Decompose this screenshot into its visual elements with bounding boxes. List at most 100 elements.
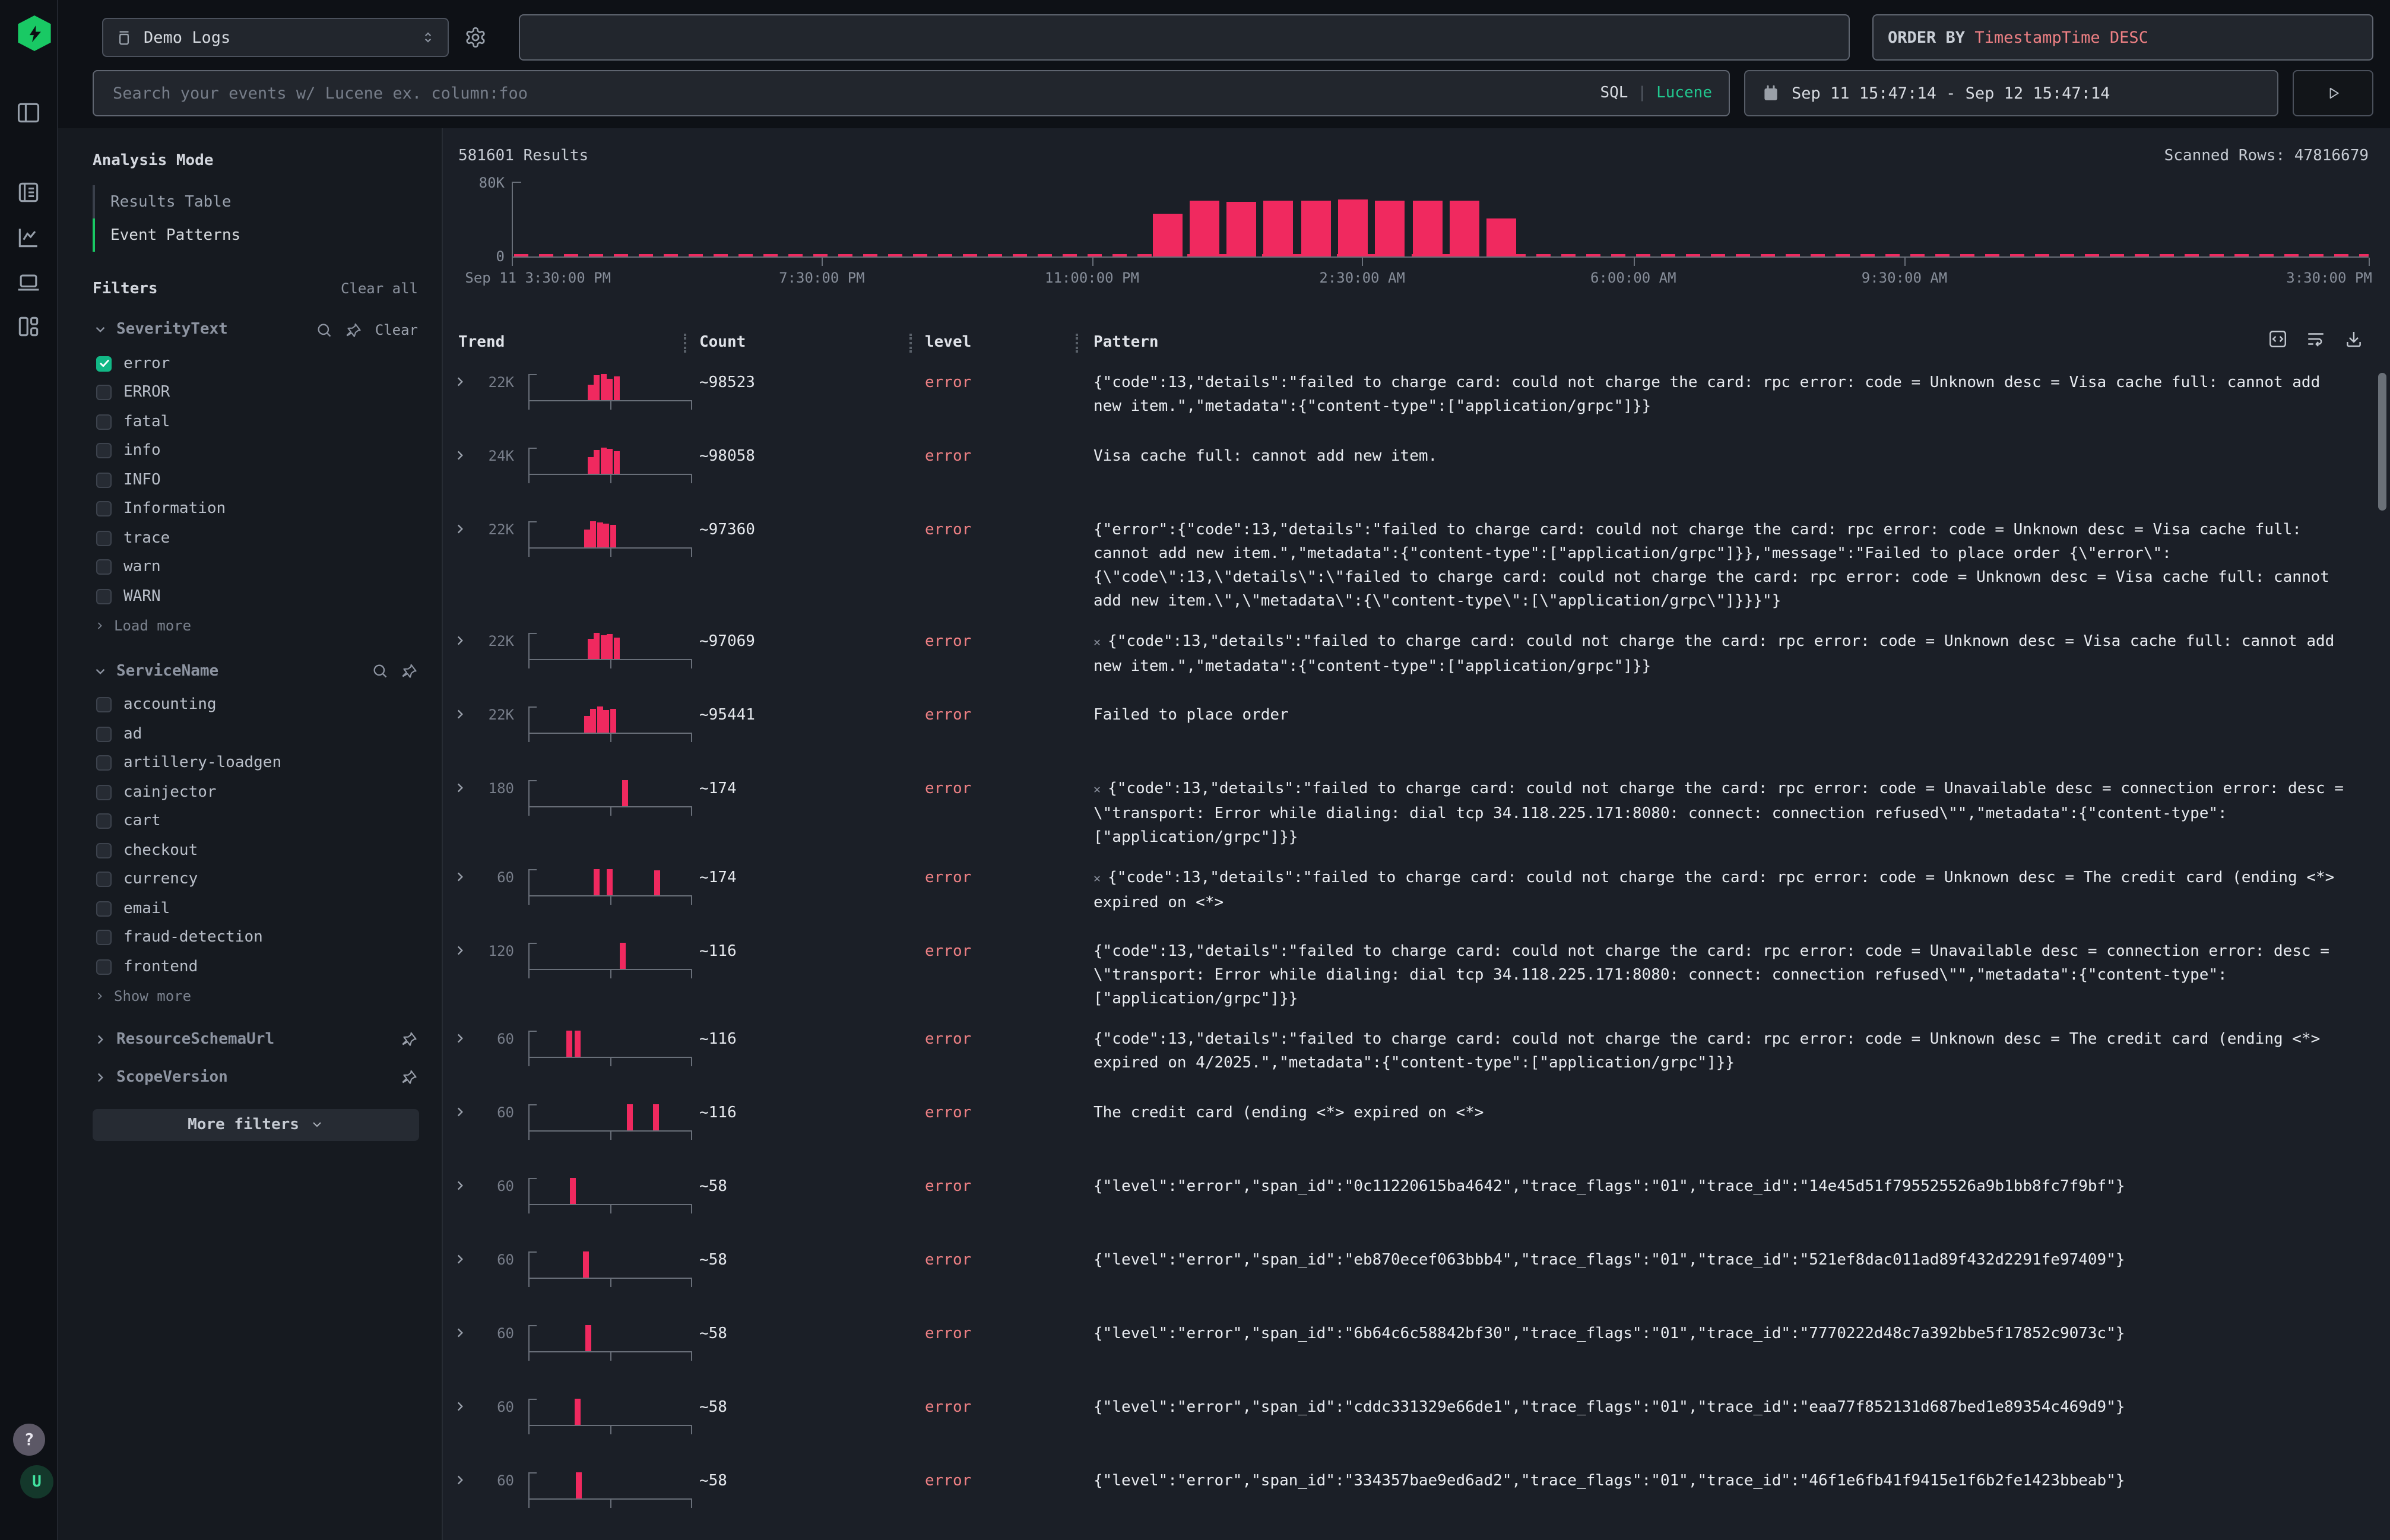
column-resize-handle[interactable] xyxy=(909,334,912,353)
checkbox[interactable] xyxy=(96,414,112,430)
pattern-row[interactable]: 60~58error{"level":"error","span_id":"0c… xyxy=(452,1168,2390,1242)
show-more-link[interactable]: Show more xyxy=(93,981,418,1010)
checkbox[interactable] xyxy=(96,698,112,713)
lucene-toggle[interactable]: Lucene xyxy=(1656,84,1712,102)
pattern-text[interactable]: The credit card (ending <*> expired on <… xyxy=(1093,1095,2352,1135)
checkbox[interactable] xyxy=(96,756,112,771)
filter-option-cart[interactable]: cart xyxy=(93,807,418,836)
pattern-row[interactable]: 22K~97360error{"error":{"code":13,"detai… xyxy=(452,512,2390,623)
filter-option-info[interactable]: info xyxy=(93,436,418,465)
pattern-text[interactable]: ✕{"code":13,"details":"failed to charge … xyxy=(1093,860,2352,925)
pattern-text[interactable]: ✕{"code":13,"details":"failed to charge … xyxy=(1093,771,2352,860)
pattern-text[interactable]: ✕{"code":13,"details":"failed to charge … xyxy=(1093,623,2352,689)
filter-option-ad[interactable]: ad xyxy=(93,720,418,749)
code-box-icon[interactable] xyxy=(2268,329,2288,349)
laptop-icon[interactable] xyxy=(15,270,42,296)
filter-option-email[interactable]: email xyxy=(93,894,418,923)
pattern-text[interactable]: {"level":"error","span_id":"0c11220615ba… xyxy=(1093,1168,2352,1209)
source-select[interactable]: Demo Logs xyxy=(102,18,449,57)
pattern-row[interactable]: 60~58error{"level":"error","span_id":"cd… xyxy=(452,1389,2390,1463)
checkbox[interactable] xyxy=(96,814,112,829)
pin-icon[interactable] xyxy=(401,663,418,679)
app-logo[interactable] xyxy=(17,15,52,51)
mode-item-event-patterns[interactable]: Event Patterns xyxy=(93,218,418,252)
filter-option-cainjector[interactable]: cainjector xyxy=(93,778,418,807)
pattern-text[interactable]: {"level":"error","span_id":"6b64c6c58842… xyxy=(1093,1316,2352,1356)
logs-icon[interactable] xyxy=(15,179,42,205)
pattern-text[interactable]: Visa cache full: cannot add new item. xyxy=(1093,438,2352,479)
pattern-row[interactable]: 60~58error{"level":"error","span_id":"eb… xyxy=(452,1242,2390,1316)
chevron-down-icon[interactable] xyxy=(93,663,108,679)
filter-option-error[interactable]: ERROR xyxy=(93,378,418,407)
more-filters-button[interactable]: More filters xyxy=(93,1108,419,1140)
pattern-row[interactable]: 60~58error{"level":"error","span_id":"6b… xyxy=(452,1316,2390,1389)
pattern-row[interactable]: 24K~98058errorVisa cache full: cannot ad… xyxy=(452,438,2390,512)
filter-option-artillery-loadgen[interactable]: artillery-loadgen xyxy=(93,749,418,778)
checkbox-checked[interactable] xyxy=(96,356,112,372)
pattern-text[interactable]: {"code":13,"details":"failed to charge c… xyxy=(1093,365,2352,429)
gear-icon[interactable] xyxy=(464,26,487,49)
pattern-text[interactable]: {"level":"error","span_id":"eb870ecef063… xyxy=(1093,1242,2352,1282)
order-by-input[interactable]: ORDER BY TimestampTime DESC xyxy=(1872,14,2373,61)
checkbox[interactable] xyxy=(96,959,112,975)
pattern-text[interactable]: {"level":"error","span_id":"334357bae9ed… xyxy=(1093,1463,2352,1503)
filter-option-accounting[interactable]: accounting xyxy=(93,690,418,720)
clear-filter-button[interactable]: Clear xyxy=(375,321,418,338)
search-icon[interactable] xyxy=(316,321,332,338)
checkbox[interactable] xyxy=(96,872,112,888)
checkbox[interactable] xyxy=(96,502,112,517)
filter-option-currency[interactable]: currency xyxy=(93,865,418,894)
pattern-row[interactable]: 22K~98523error{"code":13,"details":"fail… xyxy=(452,365,2390,438)
filter-section-scopeversion-collapsed[interactable]: ScopeVersion xyxy=(93,1068,418,1086)
search-input[interactable] xyxy=(110,83,1590,104)
pattern-text[interactable]: Failed to place order xyxy=(1093,697,2352,737)
checkbox[interactable] xyxy=(96,589,112,604)
pattern-row[interactable]: 60~116error{"code":13,"details":"failed … xyxy=(452,1021,2390,1095)
chevron-down-icon[interactable] xyxy=(93,322,108,337)
download-icon[interactable] xyxy=(2344,329,2364,349)
pattern-row[interactable]: 22K~97069error✕{"code":13,"details":"fai… xyxy=(452,623,2390,697)
pattern-text[interactable]: {"level":"error","span_id":"cddc331329e6… xyxy=(1093,1389,2352,1430)
clear-all-button[interactable]: Clear all xyxy=(341,280,418,297)
filter-option-info[interactable]: INFO xyxy=(93,465,418,495)
checkbox[interactable] xyxy=(96,560,112,575)
pattern-row[interactable]: 22K~95441errorFailed to place order xyxy=(452,697,2390,771)
mode-item-results-table[interactable]: Results Table xyxy=(93,185,418,218)
checkbox[interactable] xyxy=(96,443,112,459)
search-icon[interactable] xyxy=(372,663,388,679)
pattern-row[interactable]: 120~116error{"code":13,"details":"failed… xyxy=(452,933,2390,1021)
checkbox[interactable] xyxy=(96,385,112,401)
filter-option-information[interactable]: Information xyxy=(93,495,418,524)
checkbox[interactable] xyxy=(96,901,112,917)
avatar[interactable]: U xyxy=(20,1465,53,1498)
pattern-row[interactable]: 180~174error✕{"code":13,"details":"faile… xyxy=(452,771,2390,860)
pattern-row[interactable]: 60~58error{"level":"error","span_id":"33… xyxy=(452,1463,2390,1536)
column-resize-handle[interactable] xyxy=(1076,334,1078,353)
pin-icon[interactable] xyxy=(401,1031,418,1047)
help-button[interactable]: ? xyxy=(13,1424,45,1456)
pin-icon[interactable] xyxy=(401,1069,418,1085)
filter-option-fatal[interactable]: fatal xyxy=(93,407,418,436)
pattern-text[interactable]: {"error":{"code":13,"details":"failed to… xyxy=(1093,512,2352,623)
checkbox[interactable] xyxy=(96,843,112,858)
sql-toggle[interactable]: SQL xyxy=(1600,84,1628,102)
pattern-row[interactable]: 60~116errorThe credit card (ending <*> e… xyxy=(452,1095,2390,1168)
checkbox[interactable] xyxy=(96,785,112,800)
pin-icon[interactable] xyxy=(345,321,362,338)
checkbox[interactable] xyxy=(96,473,112,488)
panel-toggle-icon[interactable] xyxy=(15,100,42,126)
checkbox[interactable] xyxy=(96,727,112,742)
filter-option-fraud-detection[interactable]: fraud-detection xyxy=(93,923,418,952)
filter-option-warn[interactable]: warn xyxy=(93,553,418,582)
checkbox[interactable] xyxy=(96,930,112,946)
run-query-button[interactable] xyxy=(2293,70,2373,116)
pattern-text[interactable]: {"code":13,"details":"failed to charge c… xyxy=(1093,1021,2352,1085)
select-query-input[interactable] xyxy=(519,14,1850,61)
column-resize-handle[interactable] xyxy=(684,334,686,353)
filter-option-error[interactable]: error xyxy=(93,349,418,378)
pattern-text[interactable]: {"code":13,"details":"failed to charge c… xyxy=(1093,933,2352,1021)
date-range-picker[interactable]: Sep 11 15:47:14 - Sep 12 15:47:14 xyxy=(1744,70,2278,116)
chart-icon[interactable] xyxy=(15,224,42,251)
pattern-row[interactable]: 60~174error✕{"code":13,"details":"failed… xyxy=(452,860,2390,933)
scrollbar-thumb[interactable] xyxy=(2378,373,2386,511)
